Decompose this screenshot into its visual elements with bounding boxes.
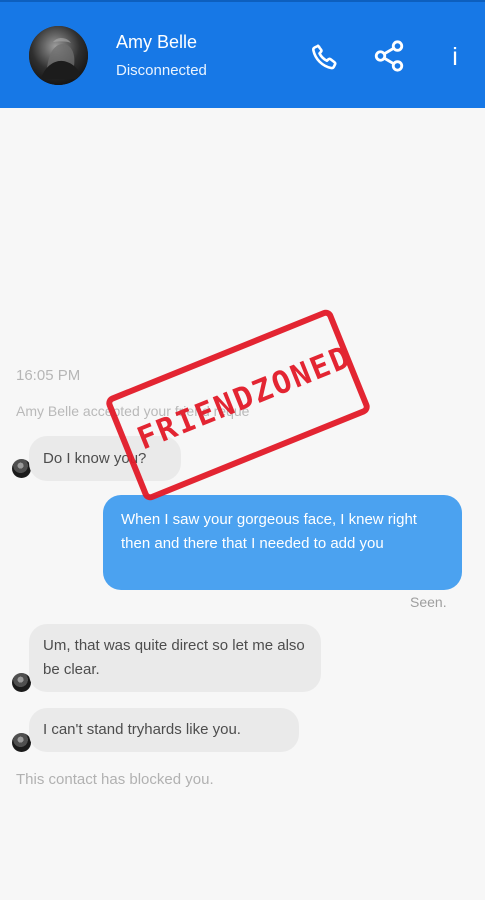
share-button[interactable] <box>372 39 406 76</box>
received-message-bubble[interactable]: I can't stand tryhards like you. <box>29 708 299 752</box>
message-text: Um, that was quite direct so let me also… <box>43 637 305 678</box>
message-text: I can't stand tryhards like you. <box>43 721 241 738</box>
received-message-bubble[interactable]: Do I know you? <box>29 436 181 481</box>
chat-header: Amy Belle Disconnected i <box>0 0 485 108</box>
chat-screen: Amy Belle Disconnected i 16:05 PM Amy Be… <box>0 0 485 900</box>
info-button[interactable]: i <box>438 40 472 74</box>
contact-avatar[interactable] <box>29 26 88 85</box>
blocked-status: This contact has blocked you. <box>16 771 214 788</box>
message-thread[interactable]: 16:05 PM Amy Belle accepted your friend … <box>0 108 485 900</box>
seen-status: Seen. <box>410 594 447 610</box>
system-message: Amy Belle accepted your friend reque <box>16 403 250 419</box>
info-icon: i <box>452 42 458 71</box>
message-text: When I saw your gorgeous face, I knew ri… <box>121 511 417 552</box>
received-message-bubble[interactable]: Um, that was quite direct so let me also… <box>29 624 321 692</box>
contact-name: Amy Belle <box>116 32 198 52</box>
call-button[interactable] <box>307 40 341 74</box>
share-icon <box>372 39 406 76</box>
message-text: Do I know you? <box>43 450 147 467</box>
sent-message-bubble[interactable]: When I saw your gorgeous face, I knew ri… <box>103 495 462 590</box>
chat-timestamp: 16:05 PM <box>16 367 81 384</box>
phone-icon <box>309 41 339 74</box>
contact-status: Disconnected <box>116 62 207 79</box>
